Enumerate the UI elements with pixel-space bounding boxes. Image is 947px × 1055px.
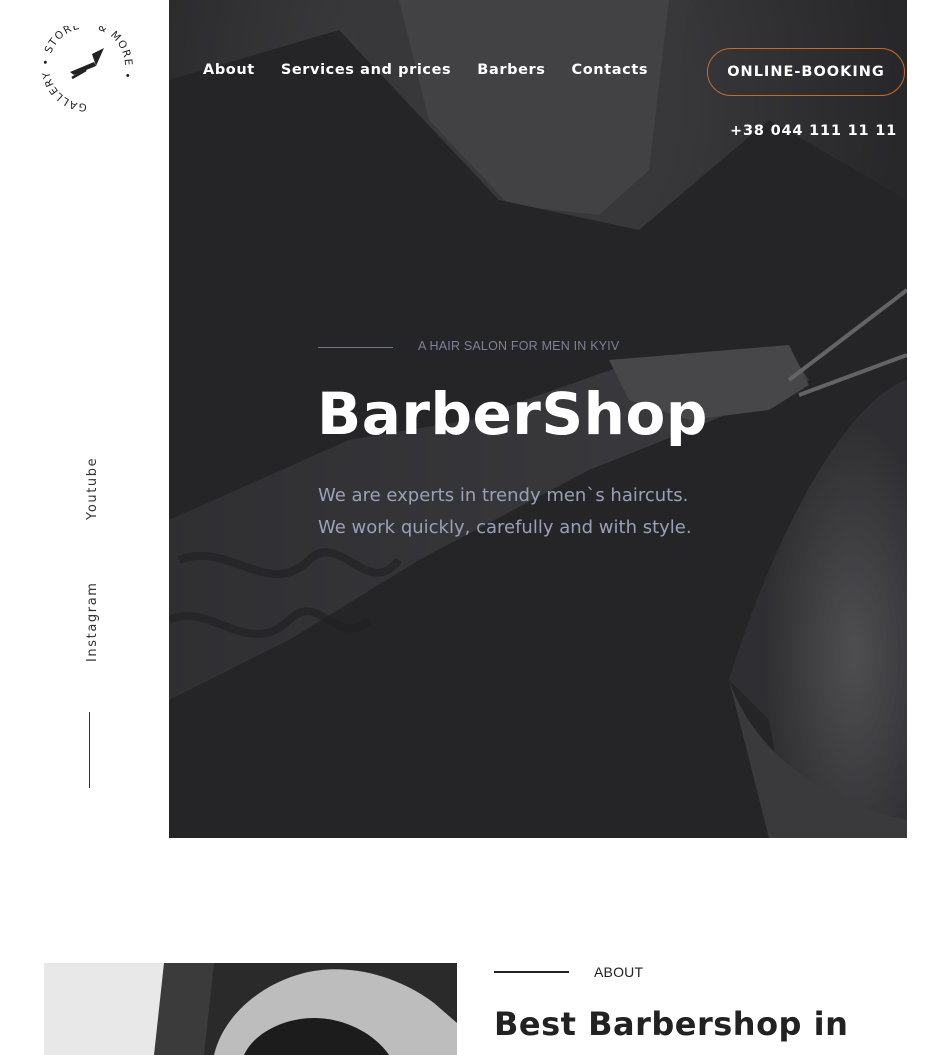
brand-logo[interactable]: GALLERY • STORE • & MORE • (34, 26, 140, 112)
hero-title: BarberShop (317, 380, 708, 448)
about-divider (494, 971, 569, 973)
nav-about[interactable]: About (203, 62, 255, 78)
nav-barbers[interactable]: Barbers (477, 62, 545, 78)
nav-services[interactable]: Services and prices (281, 62, 451, 78)
hero-desc-line-1: We are experts in trendy men`s haircuts. (318, 485, 689, 506)
about-photo (44, 963, 457, 1055)
razor-icon (70, 48, 104, 80)
hero-desc-line-2: We work quickly, carefully and with styl… (318, 517, 692, 538)
youtube-link[interactable]: Youtube (85, 457, 100, 520)
hero-description: We are experts in trendy men`s haircuts.… (318, 480, 692, 544)
hero-section: About Services and prices Barbers Contac… (169, 0, 907, 838)
rail-divider (89, 712, 90, 788)
hero-eyebrow: A HAIR SALON FOR MEN IN KYIV (418, 339, 620, 353)
nav-contacts[interactable]: Contacts (571, 62, 648, 78)
about-label: ABOUT (594, 964, 644, 980)
main-nav: About Services and prices Barbers Contac… (203, 62, 674, 78)
eyebrow-divider (318, 347, 393, 348)
about-heading: Best Barbershop in (494, 1005, 849, 1043)
online-booking-button[interactable]: ONLINE-BOOKING (707, 48, 905, 96)
phone-link[interactable]: +38 044 111 11 11 (730, 123, 897, 139)
instagram-link[interactable]: Instagram (85, 581, 100, 662)
